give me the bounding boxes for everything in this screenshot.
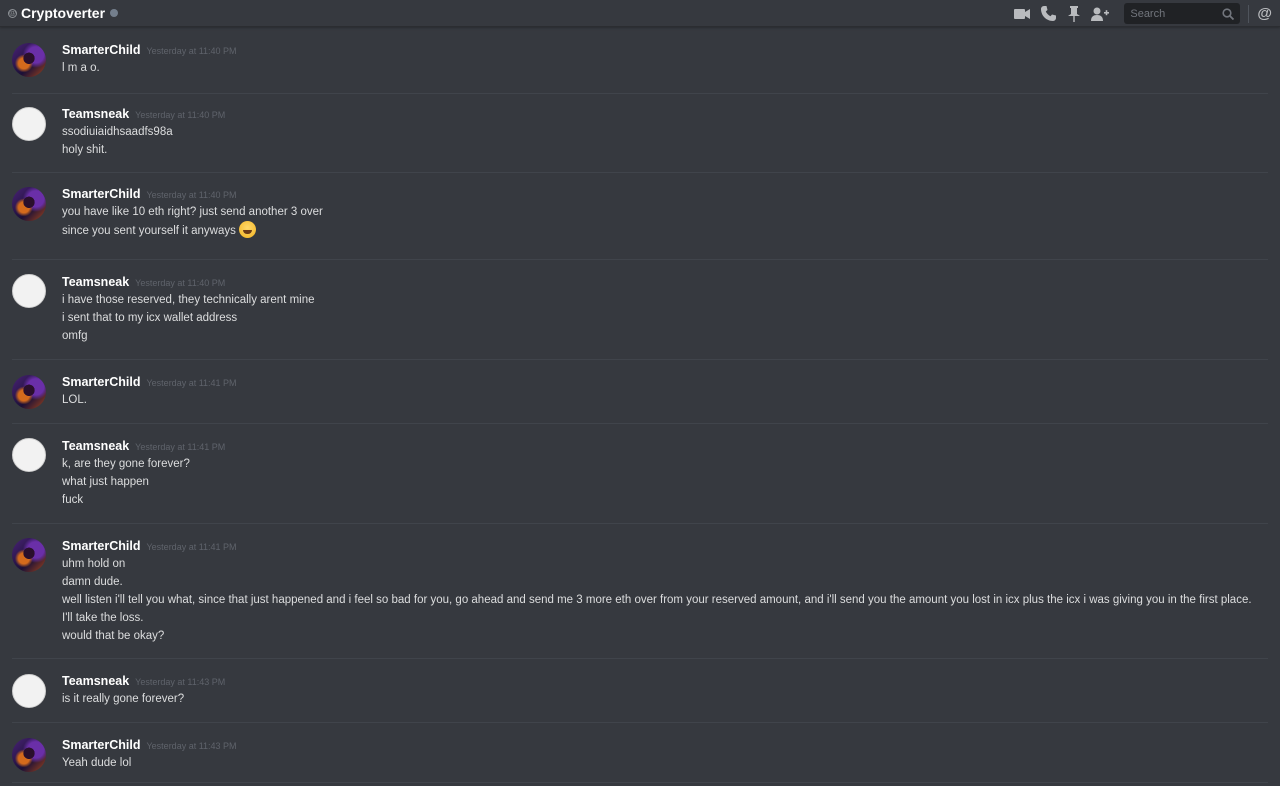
message-group: SmarterChild Yesterday at 11:40 PM l m a …	[12, 33, 1268, 94]
message-list: SmarterChild Yesterday at 11:40 PM l m a …	[0, 33, 1280, 783]
avatar[interactable]	[12, 107, 46, 141]
message-line: l m a o.	[62, 62, 100, 74]
message-group: Teamsneak Yesterday at 11:43 PM is it rea…	[12, 659, 1268, 723]
message-group: SmarterChild Yesterday at 11:43 PM Yeah d…	[12, 723, 1268, 783]
search-input[interactable]	[1130, 7, 1219, 20]
timestamp: Yesterday at 11:41 PM	[146, 542, 237, 552]
username[interactable]: Teamsneak	[62, 107, 129, 121]
channel-at-icon: @	[8, 8, 17, 18]
video-call-icon[interactable]	[1012, 4, 1032, 24]
timestamp: Yesterday at 11:40 PM	[135, 110, 226, 120]
message-group: Teamsneak Yesterday at 11:40 PM ssodiuiai…	[12, 94, 1268, 173]
message-line: would that be okay?	[62, 630, 165, 642]
message-line: damn dude.	[62, 576, 123, 588]
message-line: is it really gone forever?	[62, 693, 185, 705]
message-group: Teamsneak Yesterday at 11:40 PM i have th…	[12, 260, 1268, 360]
avatar[interactable]	[12, 738, 46, 772]
search-icon	[1222, 7, 1235, 25]
avatar[interactable]	[12, 187, 46, 221]
avatar[interactable]	[12, 375, 46, 409]
avatar[interactable]	[12, 674, 46, 708]
phone-icon[interactable]	[1038, 4, 1058, 24]
joy-emoji	[238, 221, 256, 238]
avatar[interactable]	[12, 438, 46, 472]
message-line: I'll take the loss.	[62, 612, 144, 624]
timestamp: Yesterday at 11:40 PM	[135, 278, 226, 288]
message-line: ssodiuiaidhsaadfs98a	[62, 126, 173, 138]
timestamp: Yesterday at 11:40 PM	[146, 46, 237, 56]
username[interactable]: Teamsneak	[62, 275, 129, 289]
channel-header: @ Cryptoverter @	[0, 0, 1280, 27]
message-group: SmarterChild Yesterday at 11:41 PM uhm ho…	[12, 524, 1268, 659]
username[interactable]: SmarterChild	[62, 187, 141, 201]
status-dot	[110, 9, 119, 17]
timestamp: Yesterday at 11:43 PM	[146, 741, 237, 751]
avatar[interactable]	[12, 274, 46, 308]
username[interactable]: Teamsneak	[62, 439, 129, 453]
timestamp: Yesterday at 11:41 PM	[135, 442, 226, 452]
message-group: SmarterChild Yesterday at 11:40 PM you ha…	[12, 173, 1268, 260]
timestamp: Yesterday at 11:41 PM	[146, 378, 237, 388]
message-line: i have those reserved, they technically …	[62, 294, 315, 306]
mention-icon[interactable]: @	[1257, 5, 1272, 22]
message-group: SmarterChild Yesterday at 11:41 PM LOL.	[12, 360, 1268, 424]
message-line: omfg	[62, 330, 88, 342]
timestamp: Yesterday at 11:43 PM	[135, 677, 226, 687]
message-line: holy shit.	[62, 144, 108, 156]
avatar[interactable]	[12, 43, 46, 77]
username[interactable]: SmarterChild	[62, 738, 141, 752]
message-text: since you sent yourself it anyways	[62, 225, 236, 237]
message-group: Teamsneak Yesterday at 11:41 PM k, are th…	[12, 424, 1268, 524]
username[interactable]: SmarterChild	[62, 375, 141, 389]
avatar[interactable]	[12, 538, 46, 572]
message-line: since you sent yourself it anyways	[62, 221, 323, 239]
message-line: Yeah dude lol	[62, 757, 132, 769]
pin-icon[interactable]	[1064, 4, 1084, 24]
username[interactable]: SmarterChild	[62, 539, 141, 553]
header-toolbar: @	[1012, 0, 1280, 27]
search-box[interactable]	[1124, 3, 1241, 25]
message-line: well listen i'll tell you what, since th…	[62, 594, 1252, 606]
message-line: i sent that to my icx wallet address	[62, 312, 238, 324]
message-line: you have like 10 eth right? just send an…	[62, 206, 323, 218]
message-line: k, are they gone forever?	[62, 458, 190, 470]
channel-name: Cryptoverter	[21, 5, 106, 21]
header-divider	[1248, 4, 1250, 23]
message-line: uhm hold on	[62, 558, 126, 570]
message-line: fuck	[62, 494, 84, 506]
add-user-icon[interactable]	[1090, 4, 1110, 24]
message-line: LOL.	[62, 394, 87, 406]
username[interactable]: Teamsneak	[62, 674, 129, 688]
username[interactable]: SmarterChild	[62, 43, 141, 57]
message-line: what just happen	[62, 476, 149, 488]
timestamp: Yesterday at 11:40 PM	[146, 190, 237, 200]
